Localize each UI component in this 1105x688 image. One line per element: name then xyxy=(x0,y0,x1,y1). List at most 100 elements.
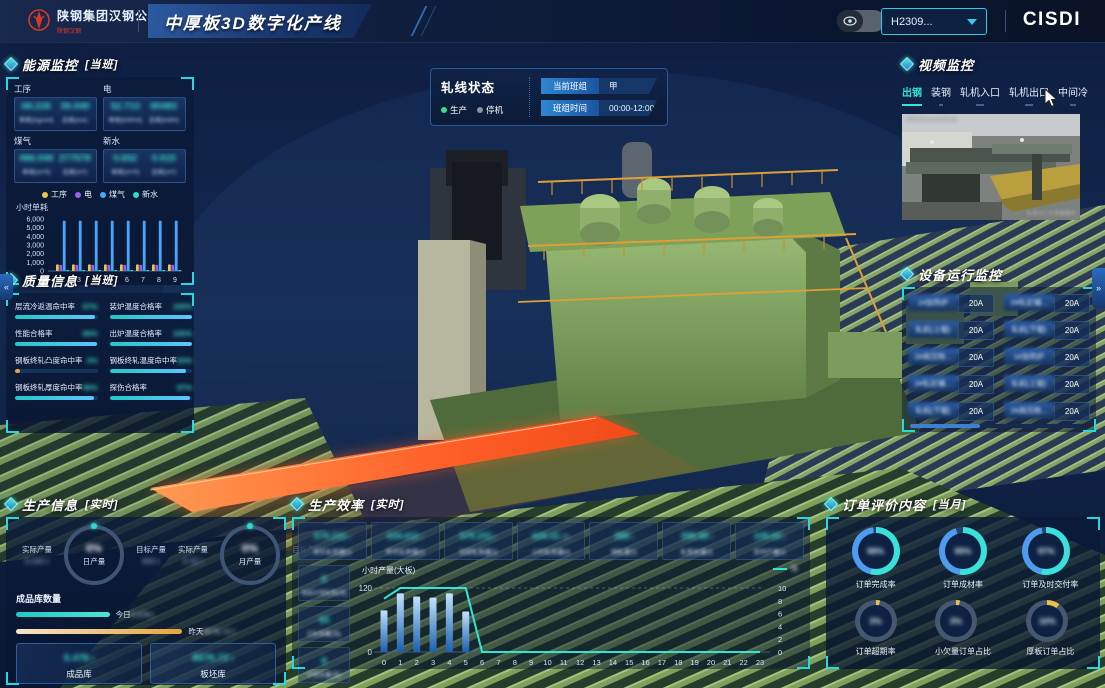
gauge-name: 日产量 xyxy=(83,556,106,567)
svg-text:6: 6 xyxy=(778,610,782,619)
svg-text:17: 17 xyxy=(658,658,666,667)
device-row[interactable]: 轧机(下辊) 20A xyxy=(1004,321,1090,340)
svg-text:23: 23 xyxy=(756,658,764,667)
header-divider xyxy=(138,10,139,32)
efficiency-card: 579.231 t 前天轧制量(t) xyxy=(298,522,367,560)
device-value: 20A xyxy=(1054,294,1090,313)
device-row[interactable]: 1#加热炉 20A xyxy=(908,294,994,313)
svg-text:5: 5 xyxy=(464,658,468,667)
collapse-right-tab[interactable]: » xyxy=(1092,268,1105,308)
device-row[interactable]: 轧机(上辊) 20A xyxy=(908,321,994,340)
quality-value: 100% xyxy=(173,329,192,338)
energy-metric-unit: 单耗(kWh/t) xyxy=(106,114,145,124)
line-status-divider xyxy=(529,77,531,117)
order-donut: 3% xyxy=(855,600,897,642)
svg-text:1,000: 1,000 xyxy=(26,260,44,267)
inventory-card-label: 成品库 xyxy=(17,668,141,680)
device-row[interactable]: 轧机(下辊) 20A xyxy=(908,402,994,421)
device-row[interactable]: 轧机(上辊) 20A xyxy=(1004,375,1090,394)
svg-text:16: 16 xyxy=(641,658,649,667)
camera-feed[interactable]: 2023-09-10 12:00:18 轧线出口全景摄像机 xyxy=(902,114,1080,220)
production-gauge: 0% 月产量 xyxy=(220,525,280,585)
visibility-toggle[interactable] xyxy=(837,10,885,32)
device-name: 轧机(上辊) xyxy=(1004,375,1054,392)
quality-progress-fill xyxy=(15,315,95,319)
efficiency-side-card: 84 已轧制量(块) xyxy=(298,606,350,642)
collapse-left-tab[interactable]: « xyxy=(0,274,13,300)
energy-group: 煤气 486.040 单耗(m³/t) 277578 总耗(m³) xyxy=(14,135,97,183)
gauge-percent: 0% xyxy=(86,543,102,555)
efficiency-card: 579.231 t 当班轧制量(t) xyxy=(444,522,513,560)
legend-item: 电 xyxy=(75,189,92,200)
quality-progress-track xyxy=(15,342,98,346)
device-row[interactable]: 2#高压除... 20A xyxy=(1004,402,1090,421)
energy-metric-unit: 单耗(m³/t) xyxy=(17,166,56,176)
status-dot-icon xyxy=(441,107,447,113)
camera-tab-轧机出口[interactable]: 轧机出口 xyxy=(1009,84,1049,106)
device-name: 轧机(下辊) xyxy=(1004,321,1054,338)
device-scrollbar[interactable] xyxy=(910,424,1082,428)
efficiency-card: 398.88 t 轧制余量(t) xyxy=(662,522,731,560)
efficiency-card: 634.611 t 昨天轧制量(t) xyxy=(371,522,440,560)
efficiency-side-card: 8 计划余量(块) xyxy=(298,647,350,683)
svg-text:120: 120 xyxy=(359,584,373,593)
quality-item: 探伤合格率 97% xyxy=(110,382,193,400)
svg-text:6: 6 xyxy=(480,658,484,667)
device-row[interactable]: 2#高压除... 20A xyxy=(908,348,994,367)
device-value: 20A xyxy=(958,402,994,421)
donut-label: 订单完成率 xyxy=(852,579,900,590)
device-list: 1#加热炉 20A 2#轧区辅... 20A 轧机(上辊) 20A 轧机(下辊)… xyxy=(908,294,1090,421)
quality-value: 93% xyxy=(177,356,192,365)
energy-metric-unit: 单耗(kgce/t) xyxy=(17,114,56,124)
quality-progress-fill xyxy=(110,342,193,346)
efficiency-top-cards: 579.231 t 前天轧制量(t) 634.611 t 昨天轧制量(t) 57… xyxy=(292,517,810,560)
company-name: 陕钢集团汉钢公司 xyxy=(57,9,161,23)
legend-dot-icon xyxy=(42,192,48,198)
camera-timestamp: 2023-09-10 12:00:18 xyxy=(906,117,957,123)
svg-text:2,000: 2,000 xyxy=(26,251,44,258)
production-title-tag: [实时] xyxy=(85,496,118,512)
quality-progress-fill xyxy=(15,369,20,373)
line-status-legend-item: 停机 xyxy=(477,104,503,116)
donut-percent: 3% xyxy=(870,616,882,626)
quality-label: 钢板终轧凸度命中率 xyxy=(15,355,83,366)
camera-tab-出钢[interactable]: 出钢 xyxy=(902,84,922,106)
device-name: 2#高压除... xyxy=(1004,402,1054,419)
energy-metric-grid: 工序 68.226 单耗(kgce/t) 39.449 总耗(tce) 电 52… xyxy=(14,83,186,183)
device-row[interactable]: 2#轧区辅... 20A xyxy=(1004,294,1090,313)
device-row[interactable]: 1#加热炉 20A xyxy=(1004,348,1090,367)
efficiency-card-label: 小时轧制量(t) xyxy=(518,546,585,556)
status-row-value: 甲 xyxy=(599,78,657,94)
top-header: 陕钢集团汉钢公司 陕钢汉钢 中厚板3D数字化产线 H2309... CISDI xyxy=(0,0,1105,43)
svg-text:1: 1 xyxy=(398,658,402,667)
camera-tab-中间冷[interactable]: 中间冷 xyxy=(1058,84,1088,106)
camera-still-image xyxy=(902,114,1080,220)
svg-text:7: 7 xyxy=(496,658,500,667)
legend-dot-icon xyxy=(100,192,106,198)
quality-progress-track xyxy=(110,315,193,319)
energy-metric-value: 0.652 xyxy=(106,153,145,164)
quality-progress-track xyxy=(15,315,98,319)
shift-select-dropdown[interactable]: H2309... xyxy=(881,8,987,35)
line-status-panel: 轧线状态 生产停机 当前班组甲班组时间00:00-12:00 xyxy=(430,68,668,126)
svg-text:5,000: 5,000 xyxy=(26,225,44,232)
svg-text:8: 8 xyxy=(778,597,782,606)
device-value: 20A xyxy=(958,375,994,394)
svg-text:18: 18 xyxy=(674,658,682,667)
diamond-icon xyxy=(4,57,18,71)
efficiency-panel: 生产效率 [实时] 579.231 t 前天轧制量(t) 634.611 t 昨… xyxy=(292,496,810,669)
order-donut: 10% xyxy=(1026,600,1068,642)
quality-item: 钢板终轧凸度命中率 3% xyxy=(15,355,98,373)
device-row[interactable]: 2#轧区辅... 20A xyxy=(908,375,994,394)
inventory-card: 0.476 t 成品库 xyxy=(16,643,142,684)
device-scrollbar-thumb[interactable] xyxy=(910,424,980,428)
svg-text:22: 22 xyxy=(739,658,747,667)
flame-logo-icon xyxy=(28,8,50,34)
order-donut: 97% xyxy=(1022,527,1070,575)
device-value: 20A xyxy=(1054,375,1090,394)
inventory-cards: 0.476 t 成品库 8076.72 t 板坯库 xyxy=(16,643,276,684)
energy-title-tag: [当班] xyxy=(85,56,118,72)
camera-tab-装钢[interactable]: 装钢 xyxy=(931,84,951,106)
energy-metric-value: 80483 xyxy=(145,101,184,112)
camera-tab-轧机入口[interactable]: 轧机入口 xyxy=(960,84,1000,106)
